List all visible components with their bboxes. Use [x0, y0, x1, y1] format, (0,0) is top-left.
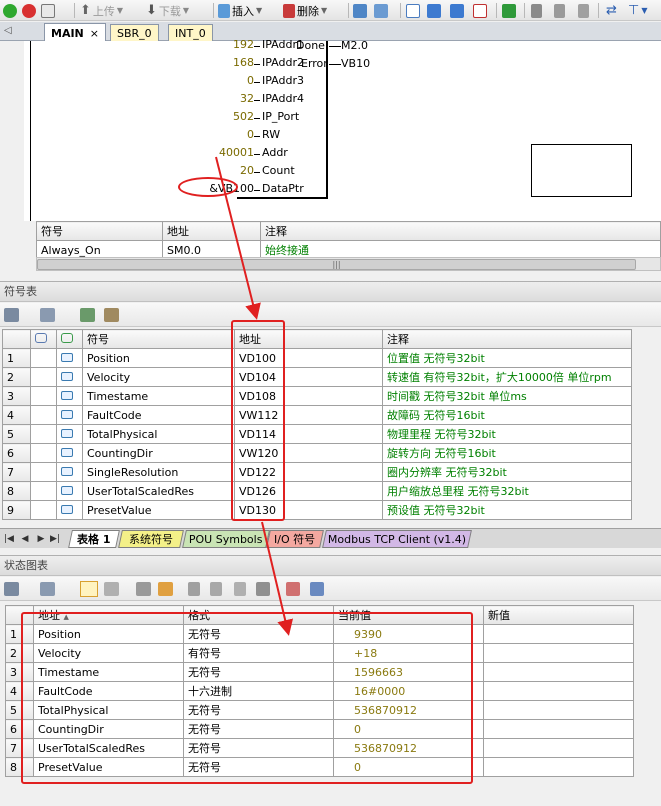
annotation-arrows	[215, 156, 294, 636]
arrow-to-status-chart	[261, 521, 294, 636]
arrow-to-address-column	[215, 156, 261, 320]
